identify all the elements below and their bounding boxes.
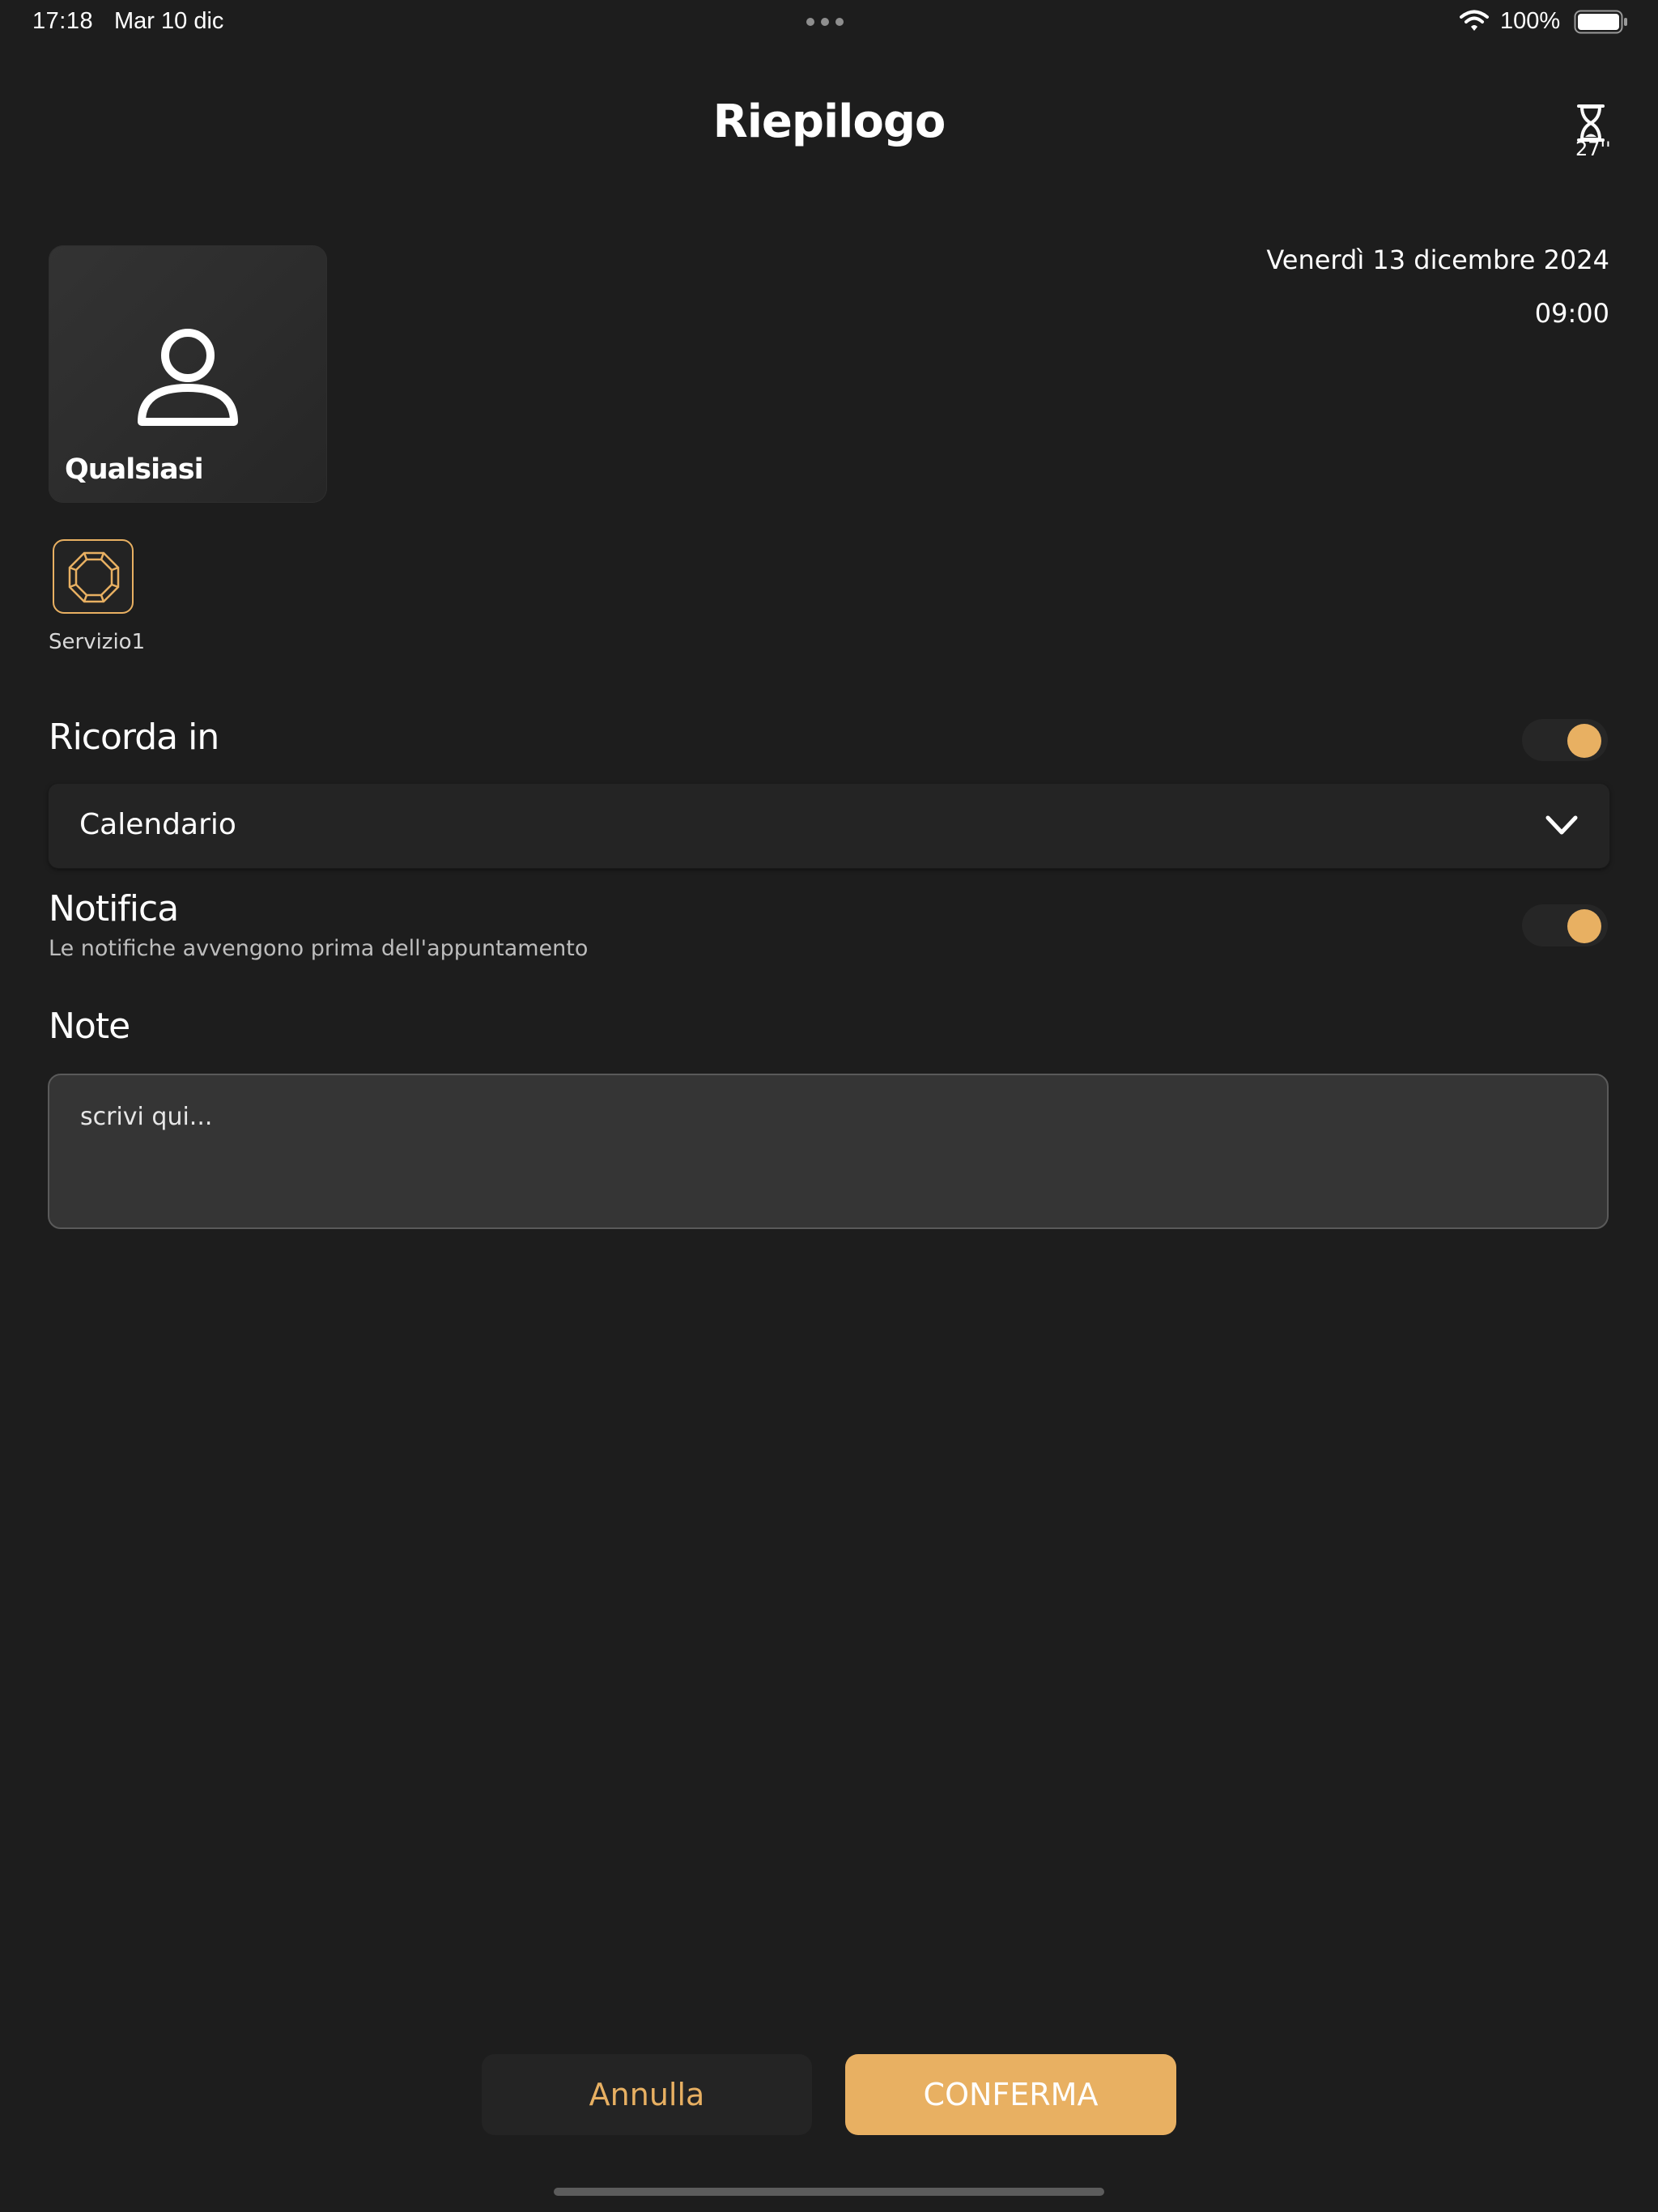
operator-card[interactable]: Qualsiasi — [49, 245, 327, 503]
gem-icon — [68, 551, 120, 603]
appointment-time: 09:00 — [1534, 298, 1609, 329]
timer-label: 27'' — [1575, 138, 1611, 160]
notification-subtitle: Le notifiche avvengono prima dell'appunt… — [49, 936, 589, 961]
reminder-calendar-select[interactable]: Calendario — [49, 784, 1609, 868]
cancel-button[interactable]: Annulla — [482, 2054, 812, 2135]
toggle-knob — [1567, 724, 1601, 758]
user-icon — [138, 329, 238, 426]
appointment-date: Venerdì 13 dicembre 2024 — [1266, 245, 1609, 275]
home-indicator[interactable] — [554, 2188, 1104, 2196]
wifi-icon — [1460, 10, 1489, 31]
service-label: Servizio1 — [49, 630, 146, 654]
multitasking-dots-icon[interactable] — [806, 18, 844, 26]
status-date: Mar 10 dic — [114, 8, 224, 34]
service-tile[interactable] — [53, 539, 134, 614]
status-time: 17:18 — [32, 8, 94, 34]
confirm-button[interactable]: CONFERMA — [845, 2054, 1176, 2135]
chevron-down-icon — [1545, 815, 1578, 835]
reminder-label: Ricorda in — [49, 717, 219, 758]
select-value: Calendario — [79, 808, 236, 841]
battery-icon — [1574, 10, 1627, 34]
page-title: Riepilogo — [712, 96, 946, 148]
toggle-knob — [1567, 909, 1601, 943]
operator-name: Qualsiasi — [65, 453, 204, 486]
reminder-toggle[interactable] — [1522, 719, 1608, 761]
battery-percentage: 100% — [1500, 8, 1561, 34]
notes-label: Note — [49, 1006, 130, 1047]
notes-textarea[interactable] — [48, 1074, 1609, 1229]
notification-toggle[interactable] — [1522, 904, 1608, 946]
notification-label: Notifica — [49, 888, 179, 929]
hourglass-icon[interactable] — [1575, 104, 1606, 143]
